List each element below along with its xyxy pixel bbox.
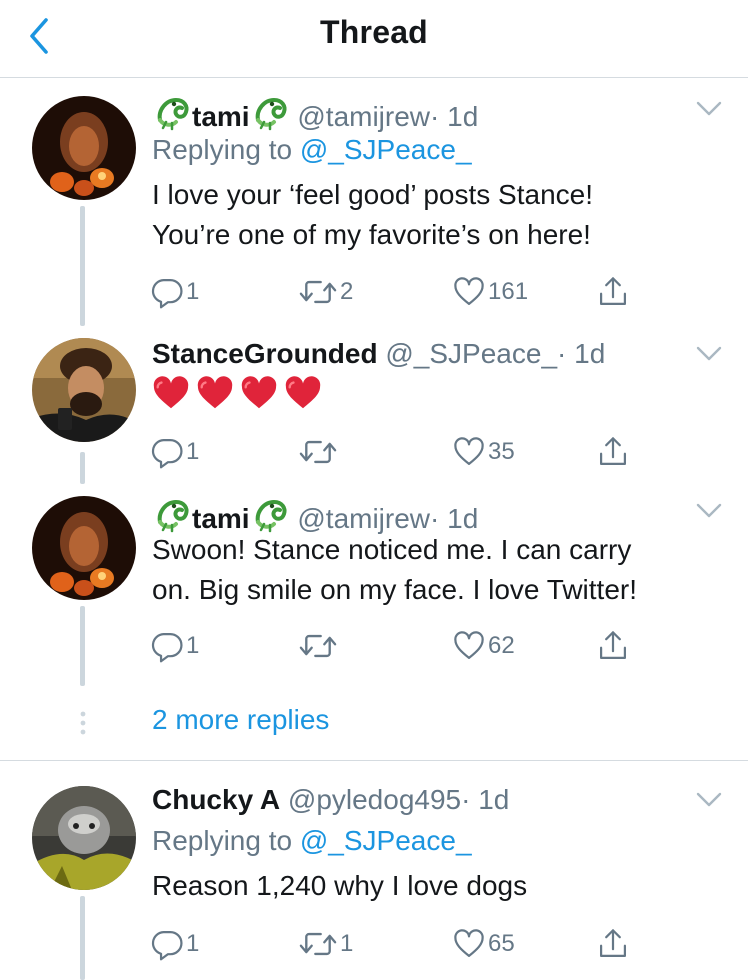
caret-down-icon[interactable] xyxy=(696,791,722,809)
tweet-text: ❤️❤️❤️❤️ xyxy=(152,372,732,412)
tweet-actions: 1 35 xyxy=(150,432,650,472)
retweet-button[interactable] xyxy=(298,432,338,472)
retweet-icon xyxy=(298,274,338,310)
more-replies-link[interactable]: 2 more replies xyxy=(152,704,329,736)
like-button[interactable]: 62 xyxy=(452,626,515,666)
tweet-actions: 1 1 65 xyxy=(150,924,650,964)
red-heart-icon xyxy=(284,374,322,412)
avatar[interactable] xyxy=(32,96,136,200)
replying-to: Replying to @_SJPeace_ xyxy=(152,133,472,167)
tweet-actions: 1 2 161 xyxy=(150,272,650,312)
reply-count: 1 xyxy=(186,438,200,465)
divider xyxy=(0,760,748,761)
retweet-icon xyxy=(298,434,338,470)
like-icon xyxy=(452,927,486,961)
display-name[interactable]: Chucky A xyxy=(152,784,280,815)
thread-line xyxy=(80,606,85,686)
more-replies-dots-icon xyxy=(80,711,86,735)
like-button[interactable]: 161 xyxy=(452,272,528,312)
share-icon xyxy=(596,927,630,961)
like-count: 62 xyxy=(488,632,515,659)
reply-count: 1 xyxy=(186,278,200,305)
reply-icon xyxy=(150,435,184,469)
share-button[interactable] xyxy=(596,924,630,964)
reply-button[interactable]: 1 xyxy=(150,626,199,666)
retweet-button[interactable] xyxy=(298,626,338,666)
reply-button[interactable]: 1 xyxy=(150,924,199,964)
avatar[interactable] xyxy=(32,338,136,442)
replying-to: Replying to @_SJPeace_ xyxy=(152,824,472,858)
reply-button[interactable]: 1 xyxy=(150,432,199,472)
tweet-text-line: Swoon! Stance noticed me. I can carry xyxy=(152,534,632,565)
like-button[interactable]: 35 xyxy=(452,432,515,472)
like-count: 65 xyxy=(488,930,515,957)
replying-mention-link[interactable]: @_SJPeace_ xyxy=(300,134,472,165)
handle[interactable]: @tamijrew xyxy=(297,101,430,132)
display-name[interactable]: StanceGrounded xyxy=(152,338,378,369)
replying-label: Replying to xyxy=(152,825,293,856)
share-button[interactable] xyxy=(596,432,630,472)
caret-down-icon[interactable] xyxy=(696,502,722,520)
timestamp: · 1d xyxy=(461,784,510,815)
retweet-icon xyxy=(298,628,338,664)
share-button[interactable] xyxy=(596,626,630,666)
tweet-text: I love your ‘feel good’ posts Stance! Yo… xyxy=(152,175,732,255)
reply-icon xyxy=(150,629,184,663)
reply-icon xyxy=(150,275,184,309)
share-icon xyxy=(596,275,630,309)
share-button[interactable] xyxy=(596,272,630,312)
handle[interactable]: @_SJPeace_ xyxy=(385,338,557,369)
retweet-count: 2 xyxy=(340,278,354,305)
handle[interactable]: @pyledog495 xyxy=(288,784,461,815)
thread-line xyxy=(80,896,85,980)
avatar[interactable] xyxy=(32,786,136,890)
tweet-text-line: on. Big smile on my face. I love Twitter… xyxy=(152,574,638,605)
like-button[interactable]: 65 xyxy=(452,924,515,964)
tweet-text: Swoon! Stance noticed me. I can carry on… xyxy=(152,530,732,610)
like-count: 35 xyxy=(488,438,515,465)
timestamp: · 1d xyxy=(557,338,606,369)
retweet-button[interactable]: 2 xyxy=(298,272,353,312)
heart-emoji-row xyxy=(152,372,732,412)
retweet-count: 1 xyxy=(340,930,354,957)
reply-count: 1 xyxy=(186,632,200,659)
thread-line xyxy=(80,206,85,326)
like-icon xyxy=(452,629,486,663)
reply-icon xyxy=(150,927,184,961)
tweet-text-line: Reason 1,240 why I love dogs xyxy=(152,870,528,901)
red-heart-icon xyxy=(152,374,190,412)
tweet-header: Chucky A @pyledog495· 1d xyxy=(152,783,509,817)
page-title: Thread xyxy=(320,14,428,50)
like-count: 161 xyxy=(488,278,529,305)
thread-header: Thread xyxy=(0,0,748,78)
like-icon xyxy=(452,275,486,309)
tweet-text: Reason 1,240 why I love dogs xyxy=(152,866,732,906)
retweet-icon xyxy=(298,926,338,962)
reply-count: 1 xyxy=(186,930,200,957)
tweet-header: StanceGrounded @_SJPeace_· 1d xyxy=(152,337,605,371)
red-heart-icon xyxy=(196,374,234,412)
avatar[interactable] xyxy=(32,496,136,600)
like-icon xyxy=(452,435,486,469)
share-icon xyxy=(596,435,630,469)
tweet-text-line: You’re one of my favorite’s on here! xyxy=(152,219,591,250)
replying-label: Replying to xyxy=(152,134,293,165)
timestamp: · 1d xyxy=(430,101,479,132)
display-name[interactable]: tami xyxy=(192,101,250,132)
reply-button[interactable]: 1 xyxy=(150,272,199,312)
retweet-button[interactable]: 1 xyxy=(298,924,353,964)
share-icon xyxy=(596,629,630,663)
thread-line xyxy=(80,452,85,484)
caret-down-icon[interactable] xyxy=(696,345,722,363)
tweet-text-line: I love your ‘feel good’ posts Stance! xyxy=(152,179,593,210)
replying-mention-link[interactable]: @_SJPeace_ xyxy=(300,825,472,856)
tweet-actions: 1 62 xyxy=(150,626,650,666)
red-heart-icon xyxy=(240,374,278,412)
caret-down-icon[interactable] xyxy=(696,100,722,118)
